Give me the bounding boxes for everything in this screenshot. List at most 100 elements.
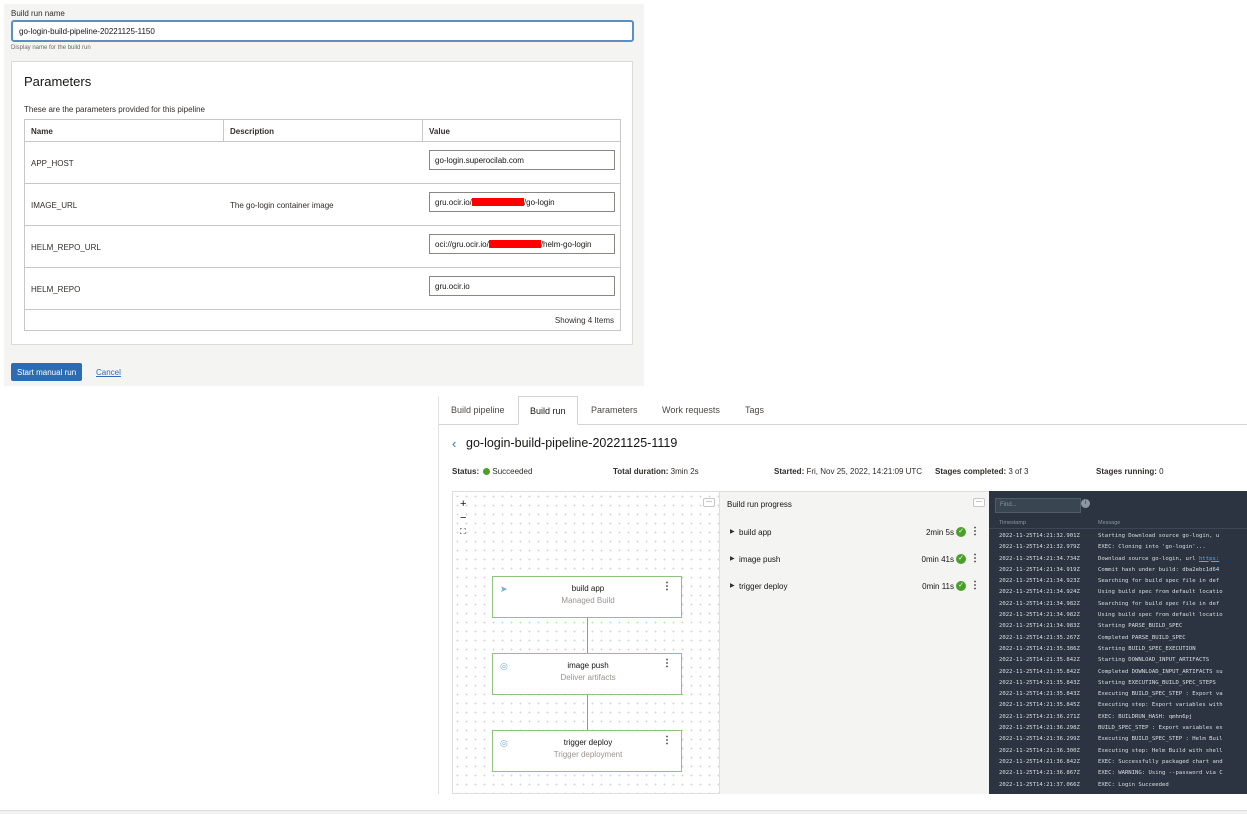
table-header: Name Description Value <box>25 120 620 142</box>
start-manual-run-button[interactable]: Start manual run <box>11 363 83 381</box>
tab-tags[interactable]: Tags <box>745 405 764 415</box>
stage-node-image-push[interactable]: ◎ image push Deliver artifacts ⋮ <box>492 653 682 695</box>
log-message: Executing step: Helm Build with shell <box>1098 747 1223 754</box>
stages-running-value: 0 <box>1159 467 1164 476</box>
log-header: Timestamp Message <box>989 519 1247 529</box>
log-line: 2022-11-25T14:21:34.919Z Commit hash unde… <box>999 567 1247 578</box>
progress-stage-row[interactable]: ▶ build app 2min 5s ✓ ⋮ <box>730 526 980 542</box>
param-value-input[interactable]: oci://gru.ocir.io/ /helm-go-login <box>429 234 615 254</box>
log-message: EXEC: WARNING: Using --password via C <box>1098 770 1223 777</box>
progress-stage-row[interactable]: ▶ trigger deploy 0min 11s ✓ ⋮ <box>730 580 980 596</box>
log-timestamp: 2022-11-25T14:21:34.983Z <box>999 623 1080 630</box>
log-timestamp: 2022-11-25T14:21:35.845Z <box>999 702 1080 709</box>
page-title: go-login-build-pipeline-20221125-1119 <box>466 436 678 450</box>
tab-build-run[interactable]: Build run <box>518 396 578 425</box>
log-timestamp: 2022-11-25T14:21:35.842Z <box>999 657 1080 664</box>
more-actions-icon[interactable]: ⋮ <box>662 736 672 746</box>
progress-stage-name: trigger deploy <box>739 582 788 591</box>
redaction-mark <box>471 197 524 206</box>
run-name-label: Build run name <box>11 9 65 18</box>
expand-caret-icon[interactable]: ▶ <box>730 555 735 562</box>
status-value: Succeeded <box>492 467 533 476</box>
log-line: 2022-11-25T14:21:36.842Z EXEC: Successful… <box>999 759 1247 770</box>
log-find-input[interactable]: Find... <box>995 498 1081 513</box>
tab-parameters[interactable]: Parameters <box>591 405 638 415</box>
log-line: 2022-11-25T14:21:34.983Z Starting PARSE_B… <box>999 623 1247 634</box>
more-actions-icon[interactable]: ⋮ <box>970 526 980 537</box>
log-message: Starting EXECUTING_BUILD_SPEC_STEPS <box>1098 679 1216 686</box>
param-description: The go-login container image <box>230 201 334 210</box>
pipeline-graph[interactable]: + − ⛶ — ➤ build app Managed Build ⋮ ◎ im… <box>452 491 720 794</box>
param-name: HELM_REPO <box>31 285 81 294</box>
parameters-subtitle: These are the parameters provided for th… <box>24 105 205 114</box>
param-value-input[interactable]: go-login.superocilab.com <box>429 150 615 170</box>
expand-caret-icon[interactable]: ▶ <box>730 582 735 589</box>
stage-node-build-app[interactable]: ➤ build app Managed Build ⋮ <box>492 576 682 618</box>
stage-node-name: image push <box>567 661 609 670</box>
log-line: 2022-11-25T14:21:36.298Z BUILD_SPEC_STEP … <box>999 725 1247 736</box>
parameters-table: Name Description Value APP_HOST go-login… <box>24 119 621 331</box>
log-timestamp: 2022-11-25T14:21:34.734Z <box>999 555 1080 562</box>
stage-node-trigger-deploy[interactable]: ◎ trigger deploy Trigger deployment ⋮ <box>492 730 682 772</box>
more-actions-icon[interactable]: ⋮ <box>970 580 980 591</box>
log-message: Starting PARSE_BUILD_SPEC <box>1098 623 1183 630</box>
log-timestamp: 2022-11-25T14:21:36.298Z <box>999 725 1080 732</box>
collapse-panel-icon[interactable]: — <box>973 498 985 507</box>
tab-work-requests[interactable]: Work requests <box>662 405 720 415</box>
more-actions-icon[interactable]: ⋮ <box>662 659 672 669</box>
log-line: 2022-11-25T14:21:34.734Z Download source … <box>999 556 1247 567</box>
param-name: APP_HOST <box>31 159 74 168</box>
manual-run-form: Build run name Display name for the buil… <box>4 4 644 386</box>
log-message: Searching for build spec file in def <box>1098 600 1220 607</box>
log-line: 2022-11-25T14:21:36.867Z EXEC: WARNING: U… <box>999 770 1247 781</box>
param-value-suffix: /helm-go-login <box>540 240 592 249</box>
back-arrow-icon[interactable]: ‹ <box>452 436 456 451</box>
column-header-name: Name <box>25 120 224 141</box>
zoom-in-icon[interactable]: + <box>460 498 466 510</box>
column-header-value: Value <box>429 127 450 136</box>
collapse-panel-icon[interactable]: — <box>703 498 715 507</box>
column-header-description: Description <box>224 120 423 141</box>
more-actions-icon[interactable]: ⋮ <box>662 582 672 592</box>
cancel-link[interactable]: Cancel <box>96 368 121 377</box>
log-message: Executing step: Export variables with <box>1098 702 1223 709</box>
log-message: Starting DOWNLOAD_INPUT_ARTIFACTS <box>1098 657 1210 664</box>
stage-node-name: trigger deploy <box>563 738 613 747</box>
started-summary: Started: Fri, Nov 25, 2022, 14:21:09 UTC <box>774 467 922 476</box>
log-link[interactable]: https: <box>1199 556 1219 562</box>
log-timestamp: 2022-11-25T14:21:35.267Z <box>999 634 1080 641</box>
log-timestamp: 2022-11-25T14:21:34.982Z <box>999 612 1080 619</box>
log-timestamp: 2022-11-25T14:21:36.271Z <box>999 713 1080 720</box>
log-line: 2022-11-25T14:21:35.845Z Executing step: … <box>999 702 1247 713</box>
table-row: IMAGE_URL The go-login container image g… <box>25 184 620 226</box>
info-icon[interactable]: i <box>1081 499 1090 508</box>
param-value-prefix: oci://gru.ocir.io/ <box>435 240 489 249</box>
stage-node-type: Managed Build <box>561 596 615 605</box>
zoom-out-icon[interactable]: − <box>460 512 466 524</box>
log-line: 2022-11-25T14:21:36.299Z Executing BUILD_… <box>999 736 1247 747</box>
log-message: Using build spec from default locatio <box>1098 589 1223 596</box>
fit-to-screen-icon[interactable]: ⛶ <box>460 527 466 537</box>
build-run-panel: Build pipeline Build run Parameters Work… <box>438 396 1247 794</box>
progress-title: Build run progress <box>727 500 792 509</box>
duration-value: 3min 2s <box>670 467 699 476</box>
log-line: 2022-11-25T14:21:34.923Z Searching for bu… <box>999 578 1247 589</box>
status-summary: Status: Succeeded <box>452 467 532 476</box>
log-line: 2022-11-25T14:21:35.386Z Starting BUILD_S… <box>999 646 1247 657</box>
success-check-icon: ✓ <box>956 527 966 537</box>
log-message: Download source go-login, url <box>1098 555 1200 562</box>
parameters-card: Parameters These are the parameters prov… <box>11 61 633 345</box>
stage-node-type: Deliver artifacts <box>560 673 616 682</box>
more-actions-icon[interactable]: ⋮ <box>970 553 980 564</box>
log-viewer[interactable]: Find... i Timestamp Message 2022-11-25T1… <box>989 491 1247 794</box>
run-name-input[interactable] <box>11 20 634 42</box>
tab-build-pipeline[interactable]: Build pipeline <box>451 405 505 415</box>
param-value-input[interactable]: gru.ocir.io/ /go-login <box>429 192 615 212</box>
param-value-input[interactable]: gru.ocir.io <box>429 276 615 296</box>
log-timestamp: 2022-11-25T14:21:34.919Z <box>999 566 1080 573</box>
log-line: 2022-11-25T14:21:34.924Z Using build spec… <box>999 589 1247 600</box>
log-line: 2022-11-25T14:21:35.843Z Starting EXECUTI… <box>999 680 1247 691</box>
progress-stage-row[interactable]: ▶ image push 0min 41s ✓ ⋮ <box>730 553 980 569</box>
expand-caret-icon[interactable]: ▶ <box>730 528 735 535</box>
stage-node-type: Trigger deployment <box>553 750 623 759</box>
